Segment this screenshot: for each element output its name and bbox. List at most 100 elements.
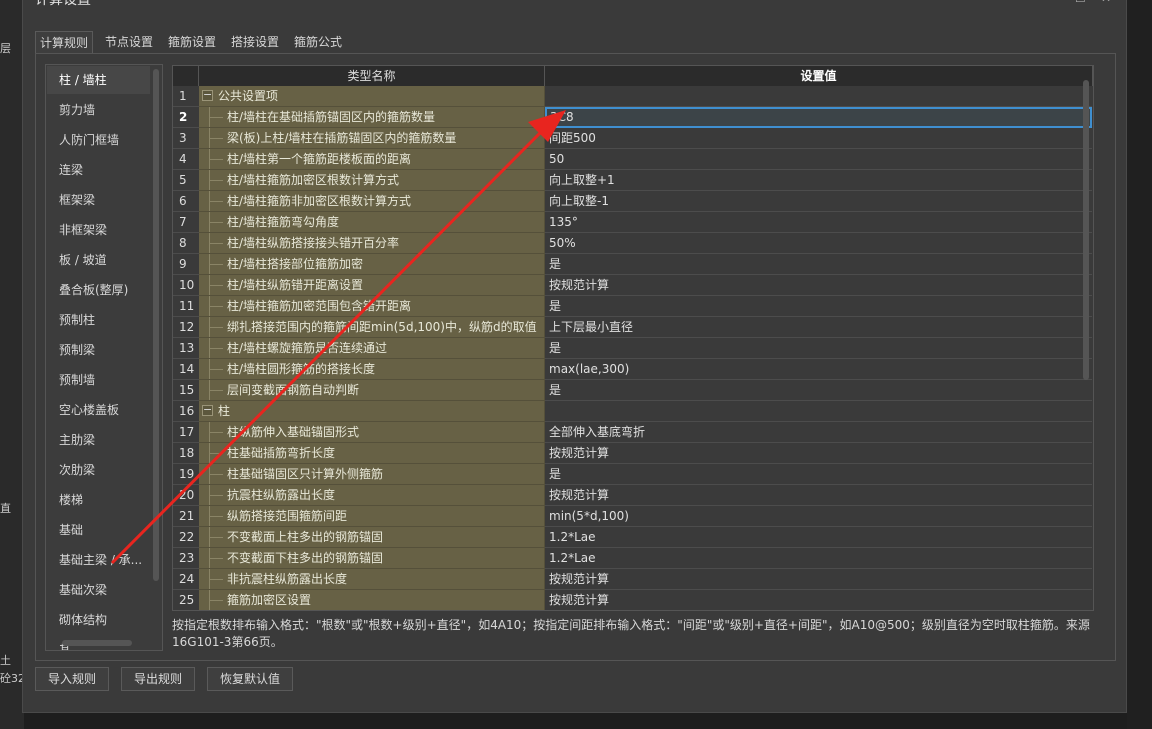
table-row[interactable]: 10 柱/墙柱纵筋错开距离设置 按规范计算 (173, 275, 1093, 296)
sidebar-item[interactable]: 基础次梁 (47, 576, 150, 604)
table-row[interactable]: 25 箍筋加密区设置 按规范计算 (173, 590, 1093, 610)
tab-node-settings[interactable]: 节点设置 (101, 31, 157, 53)
import-rules-button[interactable]: 导入规则 (35, 667, 110, 691)
setting-value-cell[interactable]: 1.2*Lae (545, 527, 1092, 548)
setting-value-cell[interactable]: 向上取整+1 (545, 170, 1092, 191)
sidebar-item[interactable]: 连梁 (47, 156, 150, 184)
table-row[interactable]: 14 柱/墙柱圆形箍筋的搭接长度 max(lae,300) (173, 359, 1093, 380)
sidebar-item[interactable]: 基础主梁 / 承... (47, 546, 150, 574)
table-row[interactable]: 6 柱/墙柱箍筋非加密区根数计算方式 向上取整-1 (173, 191, 1093, 212)
sidebar-item[interactable]: 预制梁 (47, 336, 150, 364)
setting-name-cell: 层间变截面钢筋自动判断 (199, 380, 545, 401)
table-row[interactable]: 8 柱/墙柱纵筋搭接接头错开百分率 50% (173, 233, 1093, 254)
table-row[interactable]: 16− 柱 (173, 401, 1093, 422)
setting-value-cell[interactable]: 上下层最小直径 (545, 317, 1092, 338)
setting-name-cell: 抗震柱纵筋露出长度 (199, 485, 545, 506)
sidebar-item[interactable]: 预制柱 (47, 306, 150, 334)
tree-branch (209, 327, 223, 328)
close-icon[interactable]: ✕ (1101, 0, 1111, 5)
tab-stirrup-settings[interactable]: 箍筋设置 (164, 31, 220, 53)
setting-value-cell[interactable] (545, 401, 1092, 422)
setting-value-cell[interactable]: 50% (545, 233, 1092, 254)
setting-value-cell[interactable] (545, 86, 1092, 107)
tree-branch (209, 264, 223, 265)
collapse-icon[interactable]: − (202, 89, 213, 101)
table-row[interactable]: 4 柱/墙柱第一个箍筋距楼板面的距离 50 (173, 149, 1093, 170)
sidebar-item[interactable]: 柱 / 墙柱 (47, 66, 150, 94)
tree-branch (209, 222, 223, 223)
setting-value-cell[interactable]: 是 (545, 464, 1092, 485)
table-row[interactable]: 20 抗震柱纵筋露出长度 按规范计算 (173, 485, 1093, 506)
export-rules-button[interactable]: 导出规则 (121, 667, 196, 691)
header-setting-value[interactable]: 设置值 (545, 66, 1093, 86)
sidebar-item[interactable]: 空心楼盖板 (47, 396, 150, 424)
table-row[interactable]: 5 柱/墙柱箍筋加密区根数计算方式 向上取整+1 (173, 170, 1093, 191)
minimize-icon[interactable]: — (1049, 0, 1061, 5)
collapse-icon[interactable]: − (202, 404, 213, 416)
setting-value-cell[interactable]: 135° (545, 212, 1092, 233)
setting-value-cell[interactable]: 50 (545, 149, 1092, 170)
sidebar-horizontal-scrollbar[interactable] (62, 640, 132, 646)
setting-value-cell[interactable]: 按规范计算 (545, 443, 1092, 464)
table-row[interactable]: 7 柱/墙柱箍筋弯勾角度 135° (173, 212, 1093, 233)
sidebar-item[interactable]: 主肋梁 (47, 426, 150, 454)
table-row[interactable]: 17 柱纵筋伸入基础锚固形式 全部伸入基底弯折 (173, 422, 1093, 443)
header-type-name[interactable]: 类型名称 (199, 66, 545, 86)
setting-name-cell: 柱/墙柱箍筋加密范围包含错开距离 (199, 296, 545, 317)
table-row[interactable]: 15 层间变截面钢筋自动判断 是 (173, 380, 1093, 401)
sidebar-vertical-scrollbar[interactable] (153, 69, 159, 581)
table-row[interactable]: 23 不变截面下柱多出的钢筋锚固 1.2*Lae (173, 548, 1093, 569)
table-row[interactable]: 19 柱基础锚固区只计算外侧箍筋 是 (173, 464, 1093, 485)
table-row[interactable]: 11 柱/墙柱箍筋加密范围包含错开距离 是 (173, 296, 1093, 317)
sidebar-item[interactable]: 剪力墙 (47, 96, 150, 124)
table-row[interactable]: 3 梁(板)上柱/墙柱在插筋锚固区内的箍筋数量 间距500 (173, 128, 1093, 149)
sidebar-item[interactable]: 次肋梁 (47, 456, 150, 484)
sidebar-item[interactable]: 叠合板(整厚) (47, 276, 150, 304)
restore-defaults-button[interactable]: 恢复默认值 (207, 667, 294, 691)
sidebar-item[interactable]: 人防门框墙 (47, 126, 150, 154)
sidebar-item[interactable]: 板 / 坡道 (47, 246, 150, 274)
setting-value-cell[interactable]: 按规范计算 (545, 569, 1092, 590)
table-row[interactable]: 9 柱/墙柱搭接部位箍筋加密 是 (173, 254, 1093, 275)
tree-branch (209, 600, 223, 601)
component-list: 柱 / 墙柱 剪力墙 人防门框墙 连梁 框架梁 非框架梁板 / 坡道 叠合板(整厚) 预制柱预… (45, 64, 163, 651)
selected-value-cell[interactable]: 3C8 (545, 107, 1092, 128)
row-number: 13 (173, 338, 199, 359)
table-row[interactable]: 21 纵筋搭接范围箍筋间距 min(5*d,100) (173, 506, 1093, 527)
table-row[interactable]: 18 柱基础插筋弯折长度 按规范计算 (173, 443, 1093, 464)
table-row[interactable]: 1− 公共设置项 (173, 86, 1093, 107)
tab-stirrup-formula[interactable]: 箍筋公式 (290, 31, 346, 53)
setting-value-cell[interactable]: max(lae,300) (545, 359, 1092, 380)
table-row[interactable]: 13 柱/墙柱螺旋箍筋是否连续通过 是 (173, 338, 1093, 359)
tree-branch (209, 495, 223, 496)
tab-calc-rules[interactable]: 计算规则 (35, 31, 94, 54)
sidebar-item[interactable]: 非框架梁 (47, 216, 150, 244)
grid-scrollbar[interactable] (1083, 80, 1089, 380)
table-row[interactable]: 22 不变截面上柱多出的钢筋锚固 1.2*Lae (173, 527, 1093, 548)
setting-value-cell[interactable]: 全部伸入基底弯折 (545, 422, 1092, 443)
setting-value-cell[interactable]: 是 (545, 338, 1092, 359)
sidebar-item[interactable]: 基础 (47, 516, 150, 544)
tree-branch (209, 180, 223, 181)
sidebar-item[interactable]: 砌体结构 (47, 606, 150, 634)
sidebar-item[interactable]: 楼梯 (47, 486, 150, 514)
setting-name-cell: 柱/墙柱螺旋箍筋是否连续通过 (199, 338, 545, 359)
setting-value-cell[interactable]: 是 (545, 254, 1092, 275)
setting-value-cell[interactable]: 间距500 (545, 128, 1092, 149)
setting-value-cell[interactable]: 向上取整-1 (545, 191, 1092, 212)
table-row[interactable]: 24 非抗震柱纵筋露出长度 按规范计算 (173, 569, 1093, 590)
table-row[interactable]: 12 绑扎搭接范围内的箍筋间距min(5d,100)中，纵筋d的取值 上下层最小直径 (173, 317, 1093, 338)
setting-value-cell[interactable]: 按规范计算 (545, 485, 1092, 506)
setting-value-cell[interactable]: min(5*d,100) (545, 506, 1092, 527)
table-row[interactable]: 2 柱/墙柱在基础插筋锚固区内的箍筋数量 3C8 (173, 107, 1093, 128)
setting-value-cell[interactable]: 按规范计算 (545, 275, 1092, 296)
setting-value-cell[interactable]: 是 (545, 296, 1092, 317)
setting-name-cell: 绑扎搭接范围内的箍筋间距min(5d,100)中，纵筋d的取值 (199, 317, 545, 338)
setting-value-cell[interactable]: 按规范计算 (545, 590, 1092, 610)
tab-lap-settings[interactable]: 搭接设置 (227, 31, 283, 53)
setting-value-cell[interactable]: 1.2*Lae (545, 548, 1092, 569)
sidebar-item[interactable]: 预制墙 (47, 366, 150, 394)
setting-value-cell[interactable]: 是 (545, 380, 1092, 401)
sidebar-item[interactable]: 框架梁 (47, 186, 150, 214)
maximize-icon[interactable]: ☐ (1075, 0, 1086, 5)
